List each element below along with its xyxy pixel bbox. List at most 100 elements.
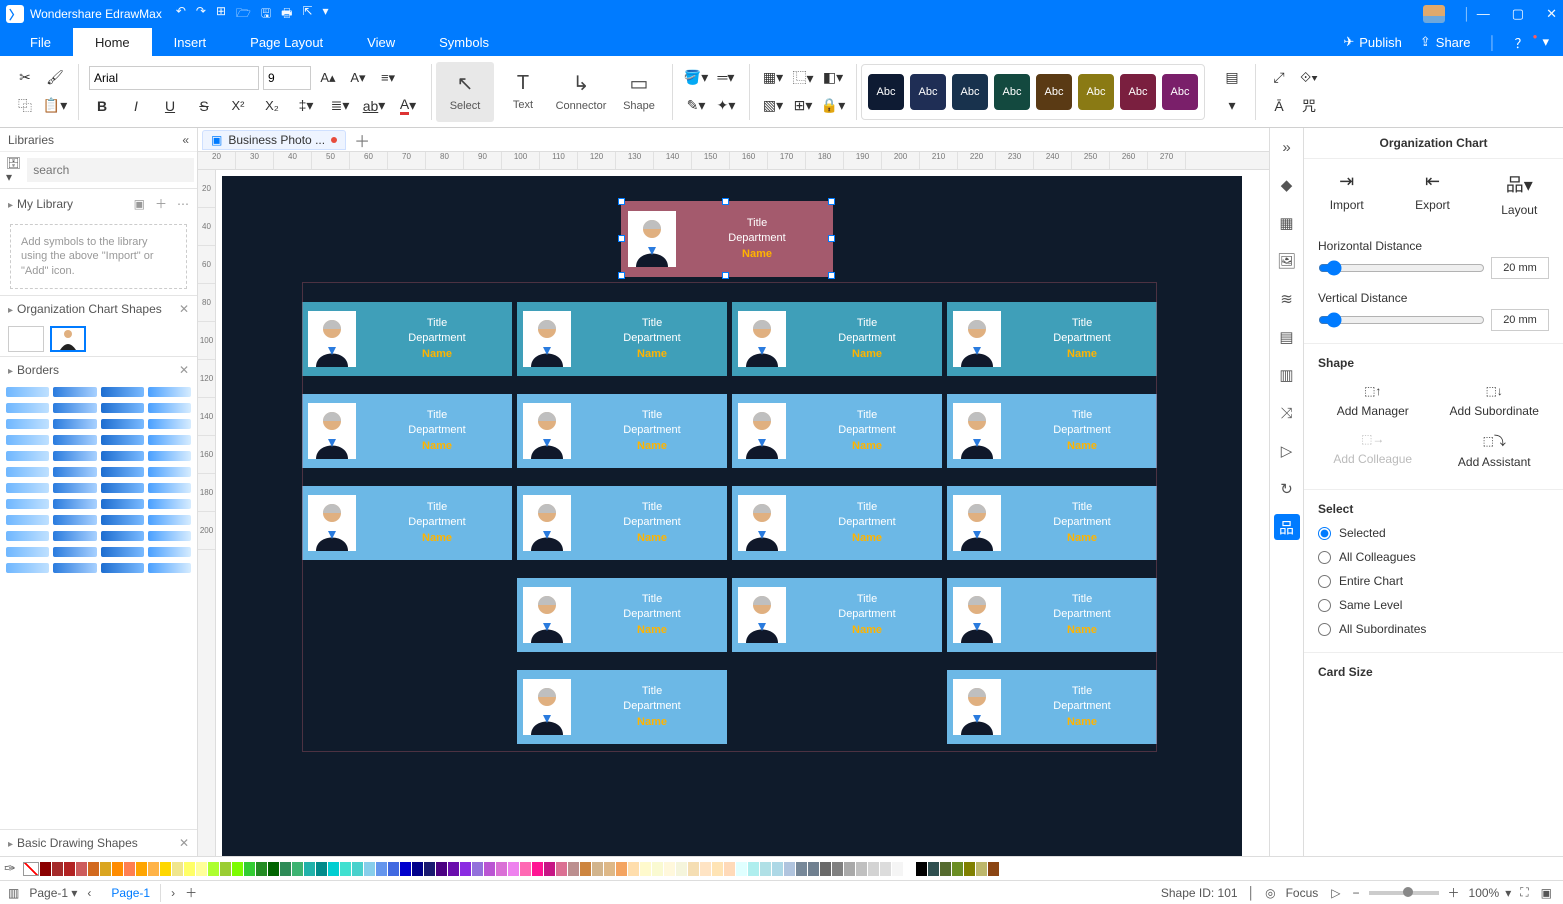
color-swatch[interactable] <box>232 862 243 876</box>
border-thumb[interactable] <box>101 387 144 397</box>
border-thumb[interactable] <box>53 467 96 477</box>
border-thumb[interactable] <box>148 547 191 557</box>
border-thumb[interactable] <box>53 419 96 429</box>
fullscreen-icon[interactable]: ▣ <box>1538 886 1555 900</box>
color-swatch[interactable] <box>700 862 711 876</box>
font-color-icon[interactable]: A▾ <box>395 94 421 118</box>
border-thumb[interactable] <box>101 531 144 541</box>
color-swatch[interactable] <box>160 862 171 876</box>
grow-font-icon[interactable]: A▴ <box>315 66 341 90</box>
chevron-right-icon[interactable] <box>8 197 13 211</box>
chevron-right-icon[interactable] <box>8 363 13 377</box>
color-swatch[interactable] <box>556 862 567 876</box>
color-swatch[interactable] <box>568 862 579 876</box>
color-swatch[interactable] <box>796 862 807 876</box>
data-panel-icon[interactable]: ▥ <box>1274 362 1300 388</box>
color-palette[interactable] <box>40 862 999 876</box>
color-swatch[interactable] <box>580 862 591 876</box>
color-swatch[interactable] <box>532 862 543 876</box>
eyedropper-icon[interactable]: ✑ <box>4 860 16 877</box>
page-tab[interactable]: Page-1 <box>101 884 161 902</box>
help-button[interactable]: ？● ▾ <box>1515 33 1549 52</box>
color-swatch[interactable] <box>856 862 867 876</box>
color-swatch[interactable] <box>484 862 495 876</box>
page-select[interactable]: Page-1 ▾ <box>29 886 77 900</box>
border-thumb[interactable] <box>101 499 144 509</box>
org-shape-thumb-2[interactable] <box>50 326 86 352</box>
close-borders-icon[interactable]: ✕ <box>179 363 189 377</box>
vdist-value[interactable]: 20 mm <box>1491 309 1549 331</box>
gallery-drop-icon[interactable]: ▾ <box>1219 94 1245 118</box>
size-icon[interactable]: ⤢ <box>1266 66 1292 90</box>
color-swatch[interactable] <box>76 862 87 876</box>
org-card[interactable]: TitleDepartmentName <box>622 202 832 276</box>
menu-symbols[interactable]: Symbols <box>417 28 511 56</box>
menu-file[interactable]: File <box>8 28 73 56</box>
subscript-icon[interactable]: X₂ <box>259 94 285 118</box>
color-swatch[interactable] <box>808 862 819 876</box>
color-swatch[interactable] <box>460 862 471 876</box>
close-org-shapes-icon[interactable]: ✕ <box>179 302 189 316</box>
strike-icon[interactable]: S <box>191 94 217 118</box>
color-swatch[interactable] <box>112 862 123 876</box>
qat-more-icon[interactable]: ▾ <box>323 4 329 25</box>
border-thumb[interactable] <box>101 467 144 477</box>
color-swatch[interactable] <box>988 862 999 876</box>
color-swatch[interactable] <box>400 862 411 876</box>
color-swatch[interactable] <box>436 862 447 876</box>
color-swatch[interactable] <box>364 862 375 876</box>
color-swatch[interactable] <box>604 862 615 876</box>
border-thumb[interactable] <box>6 563 49 573</box>
open-icon[interactable]: 🗁 <box>236 4 251 25</box>
zoom-out-icon[interactable]: − <box>1349 886 1362 900</box>
library-search-input[interactable] <box>27 158 194 182</box>
color-swatch[interactable] <box>328 862 339 876</box>
text-tool[interactable]: TText <box>494 62 552 122</box>
add-page-icon[interactable]: ＋ <box>185 884 197 901</box>
canvas-stage[interactable]: TitleDepartmentNameTitleDepartmentNameTi… <box>216 170 1269 856</box>
color-swatch[interactable] <box>892 862 903 876</box>
color-swatch[interactable] <box>652 862 663 876</box>
highlight-icon[interactable]: ab▾ <box>361 94 387 118</box>
style-swatch[interactable]: Abc <box>910 74 946 110</box>
style-panel-icon[interactable]: ◆ <box>1274 172 1300 198</box>
shadow-icon[interactable]: ✦▾ <box>713 94 739 118</box>
border-thumb[interactable] <box>148 403 191 413</box>
close-basic-shapes-icon[interactable]: ✕ <box>179 836 189 850</box>
border-thumb[interactable] <box>53 387 96 397</box>
basic-shapes-title[interactable]: Basic Drawing Shapes <box>17 836 138 850</box>
menu-page-layout[interactable]: Page Layout <box>228 28 345 56</box>
style-swatch[interactable]: Abc <box>868 74 904 110</box>
spacing-icon[interactable]: ‡▾ <box>293 94 319 118</box>
export-button[interactable]: ⇤Export <box>1415 171 1450 217</box>
add-subordinate-button[interactable]: ⬚↓Add Subordinate <box>1434 384 1556 418</box>
color-swatch[interactable] <box>184 862 195 876</box>
hdist-value[interactable]: 20 mm <box>1491 257 1549 279</box>
border-thumb[interactable] <box>148 563 191 573</box>
border-thumb[interactable] <box>148 499 191 509</box>
style-swatch[interactable]: Abc <box>1120 74 1156 110</box>
line-color-icon[interactable]: ✎▾ <box>683 94 709 118</box>
style-swatch[interactable]: Abc <box>994 74 1030 110</box>
next-page-icon[interactable]: › <box>171 886 175 900</box>
orgchart-panel-icon[interactable]: 品 <box>1274 514 1300 540</box>
connector-tool[interactable]: ↳Connector <box>552 62 610 122</box>
close-icon[interactable]: ✕ <box>1546 6 1557 22</box>
border-thumb[interactable] <box>101 515 144 525</box>
color-swatch[interactable] <box>628 862 639 876</box>
border-thumb[interactable] <box>6 515 49 525</box>
radio-entire-chart[interactable]: Entire Chart <box>1318 574 1549 588</box>
radio-colleagues[interactable]: All Colleagues <box>1318 550 1549 564</box>
flip-h-icon[interactable]: ◧▾ <box>820 66 846 90</box>
shrink-font-icon[interactable]: A▾ <box>345 66 371 90</box>
color-swatch[interactable] <box>688 862 699 876</box>
add-doc-tab[interactable]: ＋ <box>354 128 370 152</box>
layers-panel-icon[interactable]: ≋ <box>1274 286 1300 312</box>
style-swatch[interactable]: Abc <box>1036 74 1072 110</box>
borders-gallery[interactable] <box>0 383 197 577</box>
color-swatch[interactable] <box>412 862 423 876</box>
border-thumb[interactable] <box>53 563 96 573</box>
border-thumb[interactable] <box>101 547 144 557</box>
send-back-icon[interactable]: ▧▾ <box>760 94 786 118</box>
color-swatch[interactable] <box>148 862 159 876</box>
